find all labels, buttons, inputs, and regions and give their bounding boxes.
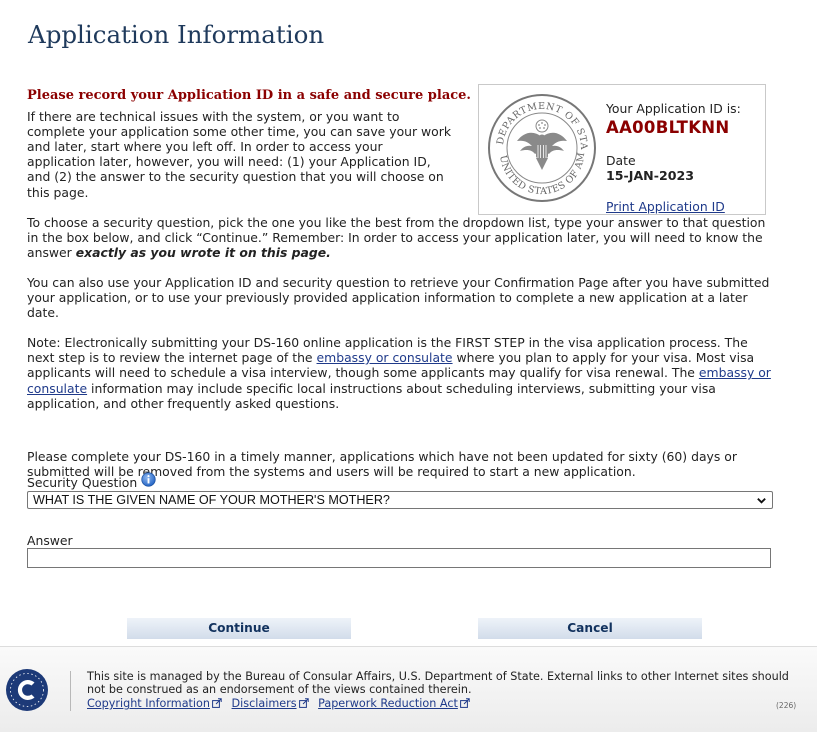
info-icon[interactable] [141,472,156,487]
paperwork-reduction-act-link[interactable]: Paperwork Reduction Act [318,697,470,710]
intro-paragraph-2: To choose a security question, pick the … [27,215,777,260]
copyright-link[interactable]: Copyright Information [87,697,222,710]
footer-text: This site is managed by the Bureau of Co… [87,670,797,696]
security-question-label: Security Question [27,475,138,490]
intro-paragraph-3: You can also use your Application ID and… [27,274,770,321]
answer-label: Answer [27,533,73,548]
security-question-select[interactable]: WHAT IS THE GIVEN NAME OF YOUR MOTHER'S … [27,491,773,509]
external-link-icon [212,698,222,708]
footer-divider [70,671,71,711]
paragraph-2-emphasis: exactly as you wrote it on this page. [75,244,331,260]
external-link-icon [298,698,309,708]
page-title: Application Information [28,20,325,49]
disclaimers-link[interactable]: Disclaimers [232,697,309,710]
cancel-button[interactable]: Cancel [478,618,702,639]
intro-paragraph-4: Note: Electronically submitting your DS-… [27,335,777,410]
footer: This site is managed by the Bureau of Co… [0,646,817,732]
disclaimers-link-label: Disclaimers [231,697,297,710]
paragraph-4-text-c: information may include specific local i… [27,380,716,411]
paperwork-link-label: Paperwork Reduction Act [318,697,458,710]
continue-button[interactable]: Continue [127,618,351,639]
security-question-selected: WHAT IS THE GIVEN NAME OF YOUR MOTHER'S … [33,493,390,507]
chevron-down-icon [757,498,766,504]
instructions: Please record your Application ID in a s… [27,88,777,479]
footer-disclaimer: This site is managed by the Bureau of Co… [87,670,789,697]
intro-paragraph-5: Please complete your DS-160 in a timely … [27,448,737,479]
intro-paragraph-1: If there are technical issues with the s… [27,109,452,200]
version-number: (226) [776,701,797,710]
main-content: Application Information DEPARTMENT OF ST… [0,0,817,646]
record-id-heading: Please record your Application ID in a s… [27,88,471,103]
consular-affairs-logo-icon [6,669,48,711]
external-link-icon [459,698,470,708]
copyright-link-label: Copyright Information [87,697,210,710]
footer-links: Copyright Information Disclaimers Paperw… [87,697,476,710]
embassy-consulate-link[interactable]: embassy or consulate [317,350,453,365]
answer-input[interactable] [27,548,771,568]
